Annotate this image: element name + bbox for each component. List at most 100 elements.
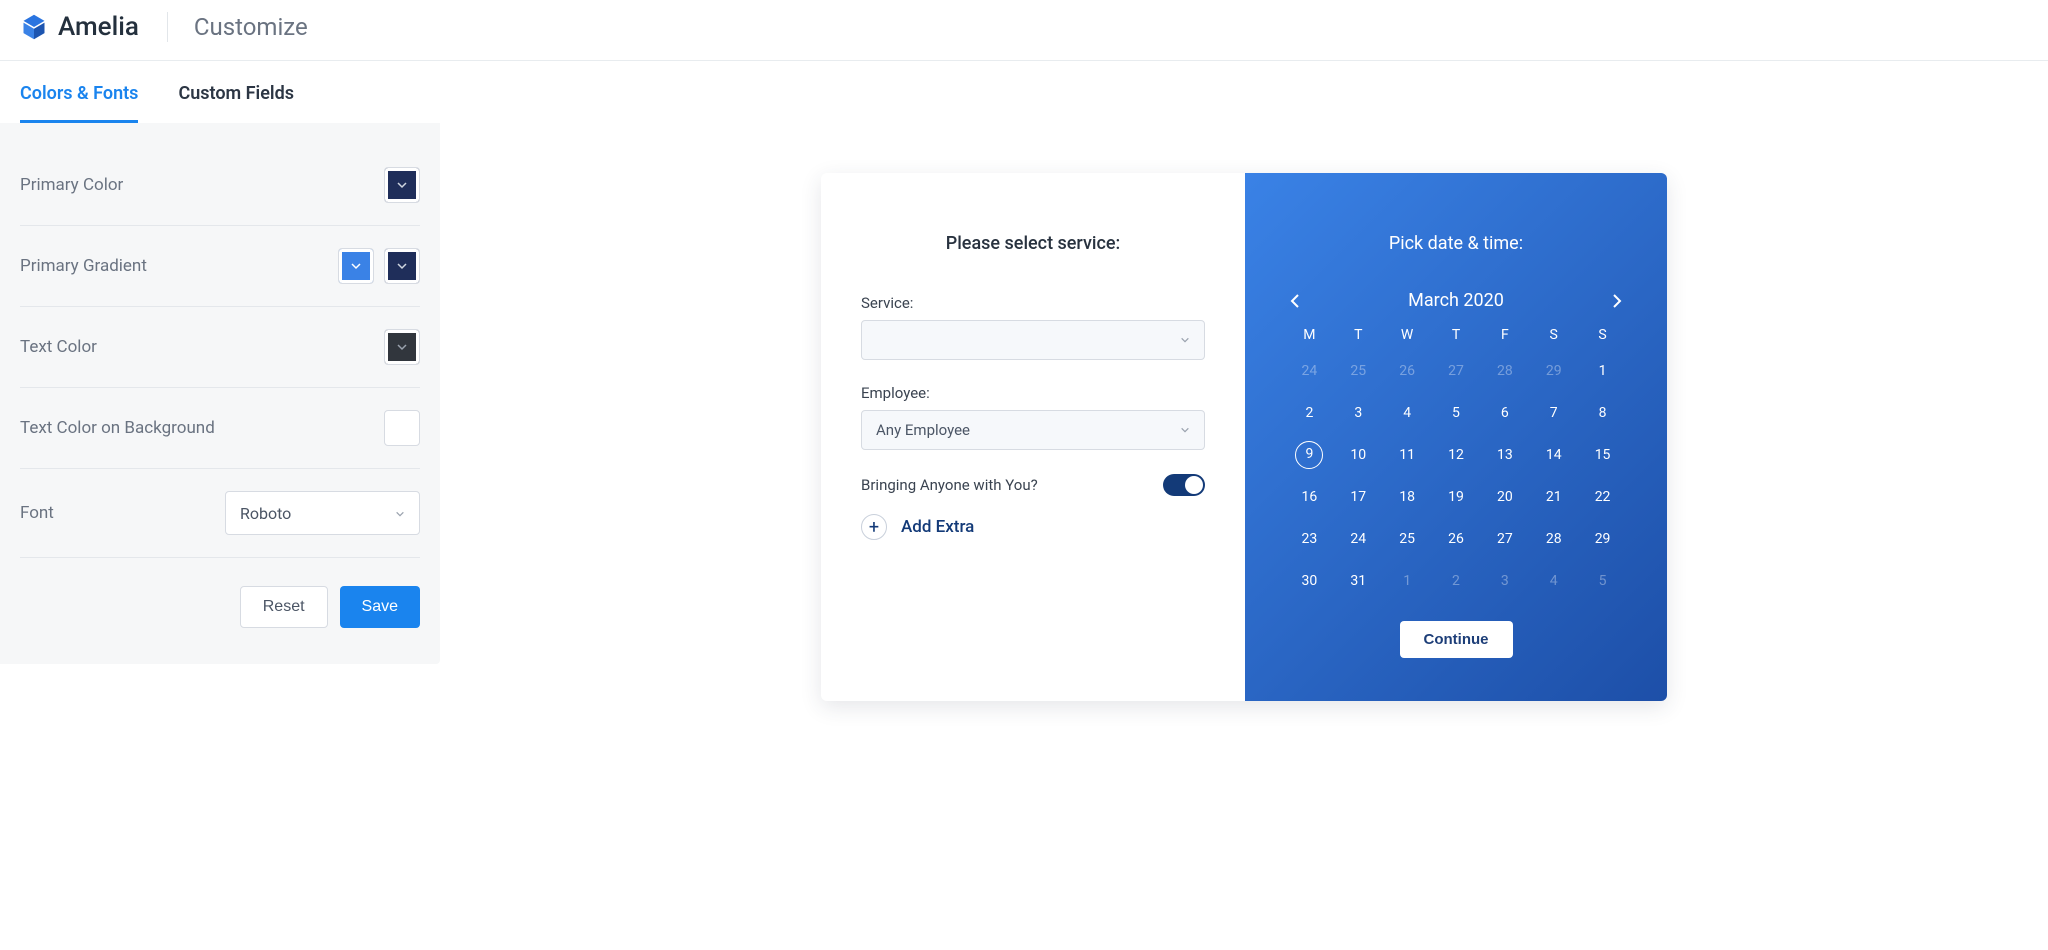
calendar-day[interactable]: 27 <box>1491 525 1519 553</box>
calendar-day[interactable]: 21 <box>1540 483 1568 511</box>
chevron-down-icon <box>1180 421 1190 439</box>
font-select-value: Roboto <box>240 504 291 523</box>
calendar-prev[interactable] <box>1285 293 1305 309</box>
calendar-day[interactable]: 15 <box>1589 441 1617 469</box>
tab-colors-fonts[interactable]: Colors & Fonts <box>20 83 138 123</box>
calendar-dow: S <box>1578 327 1627 343</box>
employee-select[interactable]: Any Employee <box>861 410 1205 450</box>
calendar-day[interactable]: 17 <box>1344 483 1372 511</box>
continue-button[interactable]: Continue <box>1400 621 1513 658</box>
employee-label: Employee: <box>861 384 1205 402</box>
brand-name: Amelia <box>58 12 139 42</box>
add-extra-button[interactable]: + Add Extra <box>861 514 1205 540</box>
row-text-on-bg: Text Color on Background <box>20 388 420 469</box>
chevron-down-icon <box>1180 331 1190 349</box>
swatch-text-color[interactable] <box>384 329 420 365</box>
bringing-toggle[interactable] <box>1163 474 1205 496</box>
service-select[interactable] <box>861 320 1205 360</box>
calendar-day[interactable]: 31 <box>1344 567 1372 595</box>
preview-service-title: Please select service: <box>861 233 1205 254</box>
calendar-month: March 2020 <box>1408 290 1504 311</box>
service-label: Service: <box>861 294 1205 312</box>
calendar-day[interactable]: 5 <box>1442 399 1470 427</box>
calendar-day: 26 <box>1393 357 1421 385</box>
swatch-gradient-from[interactable] <box>338 248 374 284</box>
page-title: Customize <box>194 13 308 41</box>
calendar-day[interactable]: 3 <box>1344 399 1372 427</box>
calendar-day: 27 <box>1442 357 1470 385</box>
reset-button[interactable]: Reset <box>240 586 328 628</box>
chevron-down-icon <box>395 504 405 523</box>
bringing-label: Bringing Anyone with You? <box>861 476 1038 494</box>
calendar-day[interactable]: 14 <box>1540 441 1568 469</box>
add-extra-label: Add Extra <box>901 517 974 537</box>
app-header: Amelia Customize <box>0 0 2048 61</box>
calendar-grid: MTWTFSS242526272829123456789101112131415… <box>1285 327 1627 595</box>
calendar-day[interactable]: 29 <box>1589 525 1617 553</box>
calendar-day: 3 <box>1491 567 1519 595</box>
employee-select-value: Any Employee <box>876 421 970 439</box>
settings-panel: Primary Color Primary Gradient Text Colo… <box>0 123 440 664</box>
calendar-day[interactable]: 1 <box>1589 357 1617 385</box>
calendar-day: 2 <box>1442 567 1470 595</box>
calendar-day[interactable]: 7 <box>1540 399 1568 427</box>
label-text-color: Text Color <box>20 337 97 357</box>
calendar-day: 25 <box>1344 357 1372 385</box>
label-text-on-bg: Text Color on Background <box>20 418 215 438</box>
calendar-day: 24 <box>1295 357 1323 385</box>
preview-left-pane: Please select service: Service: Employee… <box>821 173 1245 701</box>
calendar-dow: F <box>1480 327 1529 343</box>
calendar-day: 28 <box>1491 357 1519 385</box>
calendar-day: 5 <box>1589 567 1617 595</box>
calendar-day[interactable]: 11 <box>1393 441 1421 469</box>
row-primary-color: Primary Color <box>20 145 420 226</box>
tab-custom-fields[interactable]: Custom Fields <box>178 83 294 123</box>
preview-card: Please select service: Service: Employee… <box>821 173 1667 701</box>
calendar-day[interactable]: 22 <box>1589 483 1617 511</box>
calendar-day[interactable]: 13 <box>1491 441 1519 469</box>
preview-area: Please select service: Service: Employee… <box>440 123 2048 701</box>
swatch-text-on-bg[interactable] <box>384 410 420 446</box>
bringing-toggle-row: Bringing Anyone with You? <box>861 474 1205 496</box>
calendar-dow: T <box>1432 327 1481 343</box>
calendar-day[interactable]: 19 <box>1442 483 1470 511</box>
calendar-dow: T <box>1334 327 1383 343</box>
calendar-day[interactable]: 18 <box>1393 483 1421 511</box>
calendar-day[interactable]: 26 <box>1442 525 1470 553</box>
calendar-day[interactable]: 23 <box>1295 525 1323 553</box>
preview-date-title: Pick date & time: <box>1285 233 1627 254</box>
preview-right-pane: Pick date & time: March 2020 MTWTFSS2425… <box>1245 173 1667 701</box>
calendar-day: 4 <box>1540 567 1568 595</box>
calendar-day[interactable]: 24 <box>1344 525 1372 553</box>
calendar-day: 29 <box>1540 357 1568 385</box>
calendar-dow: S <box>1529 327 1578 343</box>
calendar-dow: W <box>1383 327 1432 343</box>
calendar-next[interactable] <box>1607 293 1627 309</box>
brand-block: Amelia <box>20 12 168 42</box>
row-primary-gradient: Primary Gradient <box>20 226 420 307</box>
calendar-day[interactable]: 4 <box>1393 399 1421 427</box>
calendar-day[interactable]: 20 <box>1491 483 1519 511</box>
label-primary-gradient: Primary Gradient <box>20 256 147 276</box>
calendar-day[interactable]: 25 <box>1393 525 1421 553</box>
plus-icon: + <box>861 514 887 540</box>
calendar-day[interactable]: 8 <box>1589 399 1617 427</box>
swatch-gradient-to[interactable] <box>384 248 420 284</box>
calendar-day[interactable]: 28 <box>1540 525 1568 553</box>
calendar-day[interactable]: 2 <box>1295 399 1323 427</box>
calendar-day: 1 <box>1393 567 1421 595</box>
calendar-day[interactable]: 30 <box>1295 567 1323 595</box>
calendar-day[interactable]: 9 <box>1295 441 1323 469</box>
calendar-day[interactable]: 6 <box>1491 399 1519 427</box>
calendar-dow: M <box>1285 327 1334 343</box>
label-primary-color: Primary Color <box>20 175 123 195</box>
calendar-day[interactable]: 12 <box>1442 441 1470 469</box>
row-text-color: Text Color <box>20 307 420 388</box>
calendar-day[interactable]: 16 <box>1295 483 1323 511</box>
row-font: Font Roboto <box>20 469 420 558</box>
swatch-primary-color[interactable] <box>384 167 420 203</box>
label-font: Font <box>20 503 54 523</box>
font-select[interactable]: Roboto <box>225 491 420 535</box>
calendar-day[interactable]: 10 <box>1344 441 1372 469</box>
save-button[interactable]: Save <box>340 586 420 628</box>
